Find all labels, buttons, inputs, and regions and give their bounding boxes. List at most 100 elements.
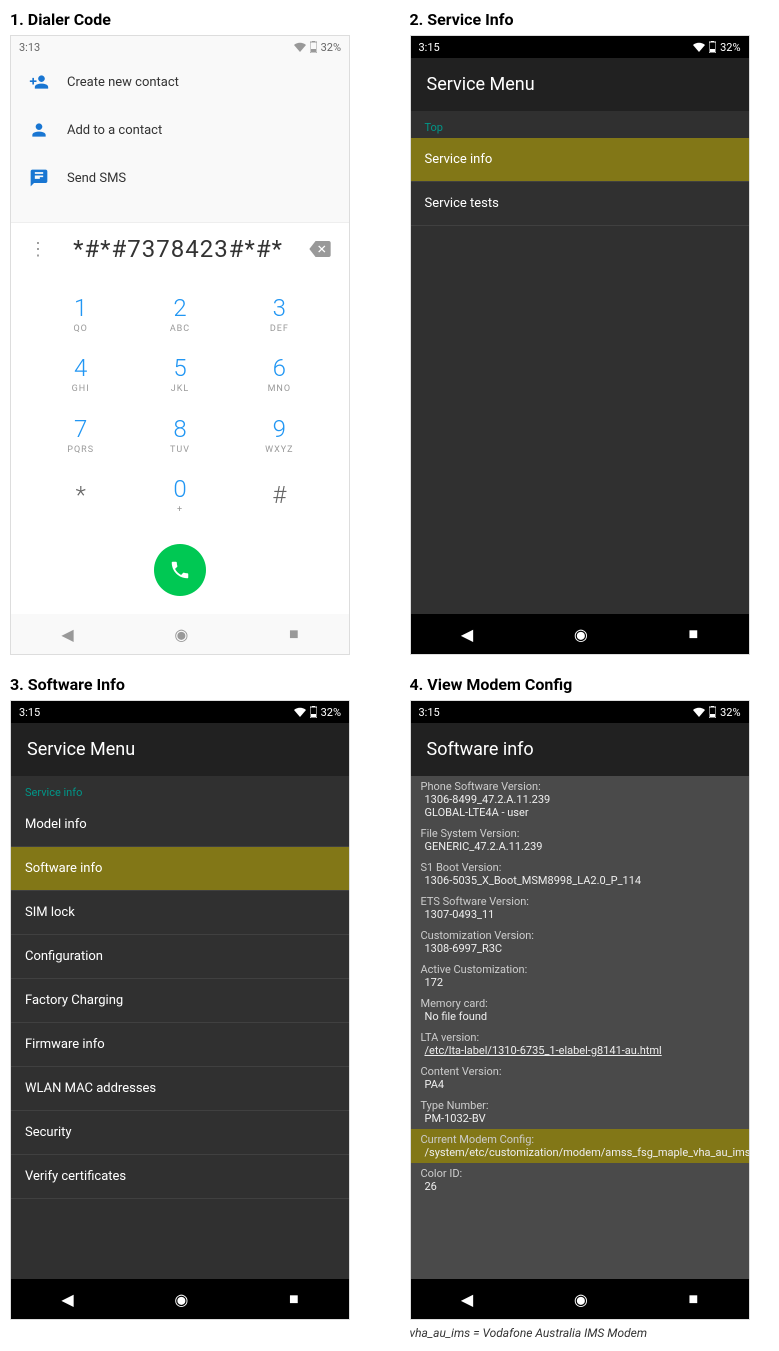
menu-item-firmware-info[interactable]: Firmware info bbox=[11, 1023, 349, 1067]
key-digit: # bbox=[272, 481, 286, 509]
backspace-icon[interactable] bbox=[301, 241, 339, 257]
info-label: Type Number: bbox=[421, 1099, 739, 1112]
battery-percent: 32% bbox=[720, 41, 740, 54]
key-letters: TUV bbox=[170, 445, 190, 455]
info-value: 26 bbox=[421, 1180, 739, 1193]
add-contact-row[interactable]: Add to a contact bbox=[11, 106, 349, 154]
menu-item-model-info[interactable]: Model info bbox=[11, 803, 349, 847]
key-letters: DEF bbox=[270, 324, 289, 334]
info-label: LTA version: bbox=[421, 1031, 739, 1044]
back-nav-icon[interactable]: ◀ bbox=[461, 625, 473, 644]
keypad-key-3[interactable]: 3DEF bbox=[230, 285, 329, 343]
info-row: S1 Boot Version:1306-5035_X_Boot_MSM8998… bbox=[411, 857, 749, 891]
keypad-key-8[interactable]: 8 TUV bbox=[130, 406, 229, 464]
app-bar-title: Service Menu bbox=[411, 58, 749, 111]
info-value[interactable]: /etc/lta-label/1310-6735_1-elabel-g8141-… bbox=[421, 1044, 739, 1057]
info-row: Current Modem Config:/system/etc/customi… bbox=[411, 1129, 749, 1163]
menu-item-verify-certificates[interactable]: Verify certificates bbox=[11, 1155, 349, 1199]
home-nav-icon[interactable]: ◉ bbox=[574, 1290, 588, 1309]
app-bar-title: Service Menu bbox=[11, 723, 349, 776]
menu-item-security[interactable]: Security bbox=[11, 1111, 349, 1155]
app-bar-title: Software info bbox=[411, 723, 749, 776]
key-letters: PQRS bbox=[67, 445, 94, 455]
info-label: S1 Boot Version: bbox=[421, 861, 739, 874]
recent-nav-icon[interactable]: ■ bbox=[688, 1289, 698, 1309]
step-title-2: 2. Service Info bbox=[410, 10, 770, 29]
keypad-key-5[interactable]: 5JKL bbox=[130, 345, 229, 403]
menu-item-software-info[interactable]: Software info bbox=[11, 847, 349, 891]
info-label: Current Modem Config: bbox=[421, 1133, 739, 1146]
status-bar: 3:15 32% bbox=[11, 701, 349, 723]
menu-item-configuration[interactable]: Configuration bbox=[11, 935, 349, 979]
battery-percent: 32% bbox=[720, 706, 740, 719]
phone-software-info: 3:15 32% Software info Phone Software Ve… bbox=[410, 700, 750, 1320]
status-icons: 32% bbox=[693, 41, 740, 54]
recent-nav-icon[interactable]: ■ bbox=[289, 624, 299, 644]
info-row: Customization Version:1308-6997_R3C bbox=[411, 925, 749, 959]
info-row: Active Customization:172 bbox=[411, 959, 749, 993]
key-digit: 9 bbox=[273, 415, 286, 443]
menu-item-factory-charging[interactable]: Factory Charging bbox=[11, 979, 349, 1023]
home-nav-icon[interactable]: ◉ bbox=[174, 625, 188, 644]
keypad-key-6[interactable]: 6MNO bbox=[230, 345, 329, 403]
key-letters: + bbox=[177, 505, 183, 515]
keypad-key-9[interactable]: 9WXYZ bbox=[230, 406, 329, 464]
create-contact-row[interactable]: Create new contact bbox=[11, 58, 349, 106]
info-value: PA4 bbox=[421, 1078, 739, 1091]
info-row: File System Version:GENERIC_47.2.A.11.23… bbox=[411, 823, 749, 857]
key-letters: QO bbox=[73, 324, 87, 334]
call-button[interactable] bbox=[154, 544, 206, 596]
info-label: Content Version: bbox=[421, 1065, 739, 1078]
info-value: 172 bbox=[421, 976, 739, 989]
key-digit: 0 bbox=[173, 475, 186, 503]
keypad-key-2[interactable]: 2ABC bbox=[130, 285, 229, 343]
back-nav-icon[interactable]: ◀ bbox=[61, 625, 73, 644]
home-nav-icon[interactable]: ◉ bbox=[174, 1290, 188, 1309]
send-sms-row[interactable]: Send SMS bbox=[11, 154, 349, 202]
wifi-icon bbox=[294, 42, 306, 52]
phone-service-menu: 3:15 32% Service Menu Top Service infoSe… bbox=[410, 35, 750, 655]
status-time: 3:15 bbox=[419, 706, 440, 719]
keypad-key-4[interactable]: 4GHI bbox=[31, 345, 130, 403]
battery-icon bbox=[310, 41, 317, 53]
info-value: GLOBAL-LTE4A - user bbox=[421, 806, 739, 819]
key-digit: 8 bbox=[173, 415, 186, 443]
menu-item-service-info[interactable]: Service info bbox=[411, 138, 749, 182]
back-nav-icon[interactable]: ◀ bbox=[461, 1290, 473, 1309]
key-letters: MNO bbox=[268, 384, 291, 394]
create-contact-label: Create new contact bbox=[67, 75, 179, 90]
keypad-key-7[interactable]: 7PQRS bbox=[31, 406, 130, 464]
keypad-key-*[interactable]: * bbox=[31, 466, 130, 524]
keypad-key-1[interactable]: 1QO bbox=[31, 285, 130, 343]
keypad-key-#[interactable]: # bbox=[230, 466, 329, 524]
keypad-key-0[interactable]: 0+ bbox=[130, 466, 229, 524]
contact-icon bbox=[29, 120, 49, 140]
caption: vha_au_ims = Vodafone Australia IMS Mode… bbox=[410, 1326, 770, 1340]
recent-nav-icon[interactable]: ■ bbox=[688, 624, 698, 644]
dialer-menu-icon[interactable]: ⋮ bbox=[21, 239, 55, 260]
wifi-icon bbox=[693, 42, 705, 52]
menu-item-sim-lock[interactable]: SIM lock bbox=[11, 891, 349, 935]
status-time: 3:13 bbox=[19, 41, 40, 54]
home-nav-icon[interactable]: ◉ bbox=[574, 625, 588, 644]
add-contact-label: Add to a contact bbox=[67, 123, 162, 138]
android-navbar: ◀ ◉ ■ bbox=[11, 614, 349, 654]
info-label: Color ID: bbox=[421, 1167, 739, 1180]
info-value: GENERIC_47.2.A.11.239 bbox=[421, 840, 739, 853]
key-digit: 4 bbox=[74, 354, 87, 382]
battery-icon bbox=[709, 41, 716, 53]
info-label: Customization Version: bbox=[421, 929, 739, 942]
phone-service-info: 3:15 32% Service Menu Service info Model… bbox=[10, 700, 350, 1320]
back-nav-icon[interactable]: ◀ bbox=[61, 1290, 73, 1309]
status-time: 3:15 bbox=[419, 41, 440, 54]
menu-item-wlan-mac-addresses[interactable]: WLAN MAC addresses bbox=[11, 1067, 349, 1111]
info-row: Memory card:No file found bbox=[411, 993, 749, 1027]
info-row: Phone Software Version:1306-8499_47.2.A.… bbox=[411, 776, 749, 823]
menu-item-service-tests[interactable]: Service tests bbox=[411, 182, 749, 226]
step-title-4: 4. View Modem Config bbox=[410, 675, 770, 694]
info-value: No file found bbox=[421, 1010, 739, 1023]
info-value: 1308-6997_R3C bbox=[421, 942, 739, 955]
info-row: Type Number:PM-1032-BV bbox=[411, 1095, 749, 1129]
info-label: Phone Software Version: bbox=[421, 780, 739, 793]
recent-nav-icon[interactable]: ■ bbox=[289, 1289, 299, 1309]
